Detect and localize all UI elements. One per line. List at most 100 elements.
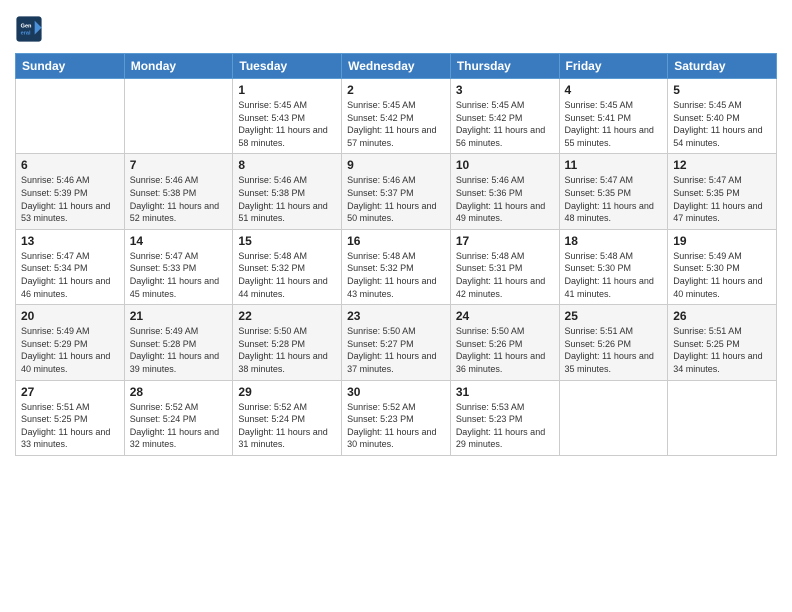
day-info: Sunrise: 5:53 AM Sunset: 5:23 PM Dayligh… <box>456 401 554 451</box>
day-number: 23 <box>347 309 445 323</box>
day-number: 1 <box>238 83 336 97</box>
day-info: Sunrise: 5:49 AM Sunset: 5:30 PM Dayligh… <box>673 250 771 300</box>
calendar-cell <box>124 79 233 154</box>
day-info: Sunrise: 5:51 AM Sunset: 5:25 PM Dayligh… <box>673 325 771 375</box>
day-number: 5 <box>673 83 771 97</box>
day-info: Sunrise: 5:47 AM Sunset: 5:33 PM Dayligh… <box>130 250 228 300</box>
calendar-cell: 28 Sunrise: 5:52 AM Sunset: 5:24 PM Dayli… <box>124 380 233 455</box>
calendar-cell: 16 Sunrise: 5:48 AM Sunset: 5:32 PM Dayli… <box>342 229 451 304</box>
day-info: Sunrise: 5:46 AM Sunset: 5:39 PM Dayligh… <box>21 174 119 224</box>
weekday-header: Saturday <box>668 54 777 79</box>
weekday-header: Wednesday <box>342 54 451 79</box>
calendar-cell <box>16 79 125 154</box>
svg-text:eral: eral <box>21 31 31 37</box>
calendar-cell: 5 Sunrise: 5:45 AM Sunset: 5:40 PM Daylig… <box>668 79 777 154</box>
day-number: 4 <box>565 83 663 97</box>
logo-icon: Gen eral <box>15 15 43 43</box>
day-info: Sunrise: 5:52 AM Sunset: 5:24 PM Dayligh… <box>238 401 336 451</box>
day-info: Sunrise: 5:50 AM Sunset: 5:27 PM Dayligh… <box>347 325 445 375</box>
calendar-cell <box>559 380 668 455</box>
day-number: 21 <box>130 309 228 323</box>
calendar-cell: 3 Sunrise: 5:45 AM Sunset: 5:42 PM Daylig… <box>450 79 559 154</box>
day-number: 11 <box>565 158 663 172</box>
calendar-table: SundayMondayTuesdayWednesdayThursdayFrid… <box>15 53 777 456</box>
calendar-cell: 4 Sunrise: 5:45 AM Sunset: 5:41 PM Daylig… <box>559 79 668 154</box>
calendar-cell: 31 Sunrise: 5:53 AM Sunset: 5:23 PM Dayli… <box>450 380 559 455</box>
calendar-cell: 1 Sunrise: 5:45 AM Sunset: 5:43 PM Daylig… <box>233 79 342 154</box>
day-number: 25 <box>565 309 663 323</box>
calendar-cell <box>668 380 777 455</box>
weekday-header: Monday <box>124 54 233 79</box>
day-info: Sunrise: 5:50 AM Sunset: 5:28 PM Dayligh… <box>238 325 336 375</box>
svg-text:Gen: Gen <box>21 24 32 30</box>
calendar-cell: 21 Sunrise: 5:49 AM Sunset: 5:28 PM Dayli… <box>124 305 233 380</box>
day-info: Sunrise: 5:52 AM Sunset: 5:24 PM Dayligh… <box>130 401 228 451</box>
day-info: Sunrise: 5:48 AM Sunset: 5:32 PM Dayligh… <box>238 250 336 300</box>
day-info: Sunrise: 5:45 AM Sunset: 5:43 PM Dayligh… <box>238 99 336 149</box>
day-info: Sunrise: 5:45 AM Sunset: 5:42 PM Dayligh… <box>347 99 445 149</box>
day-number: 13 <box>21 234 119 248</box>
weekday-header: Friday <box>559 54 668 79</box>
day-number: 14 <box>130 234 228 248</box>
day-number: 31 <box>456 385 554 399</box>
calendar-cell: 19 Sunrise: 5:49 AM Sunset: 5:30 PM Dayli… <box>668 229 777 304</box>
day-number: 6 <box>21 158 119 172</box>
day-number: 12 <box>673 158 771 172</box>
day-number: 17 <box>456 234 554 248</box>
calendar-header-row: SundayMondayTuesdayWednesdayThursdayFrid… <box>16 54 777 79</box>
day-info: Sunrise: 5:46 AM Sunset: 5:38 PM Dayligh… <box>238 174 336 224</box>
calendar-cell: 10Sunrise: 5:46 AM Sunset: 5:36 PM Dayli… <box>450 154 559 229</box>
day-number: 27 <box>21 385 119 399</box>
calendar-cell: 15Sunrise: 5:48 AM Sunset: 5:32 PM Dayli… <box>233 229 342 304</box>
day-number: 16 <box>347 234 445 248</box>
day-number: 28 <box>130 385 228 399</box>
logo: Gen eral <box>15 15 47 43</box>
day-info: Sunrise: 5:52 AM Sunset: 5:23 PM Dayligh… <box>347 401 445 451</box>
calendar-week-row: 27Sunrise: 5:51 AM Sunset: 5:25 PM Dayli… <box>16 380 777 455</box>
calendar-cell: 7 Sunrise: 5:46 AM Sunset: 5:38 PM Daylig… <box>124 154 233 229</box>
day-info: Sunrise: 5:46 AM Sunset: 5:38 PM Dayligh… <box>130 174 228 224</box>
day-info: Sunrise: 5:47 AM Sunset: 5:35 PM Dayligh… <box>673 174 771 224</box>
day-info: Sunrise: 5:50 AM Sunset: 5:26 PM Dayligh… <box>456 325 554 375</box>
day-info: Sunrise: 5:45 AM Sunset: 5:41 PM Dayligh… <box>565 99 663 149</box>
day-info: Sunrise: 5:45 AM Sunset: 5:42 PM Dayligh… <box>456 99 554 149</box>
day-number: 3 <box>456 83 554 97</box>
calendar-cell: 9Sunrise: 5:46 AM Sunset: 5:37 PM Daylig… <box>342 154 451 229</box>
weekday-header: Tuesday <box>233 54 342 79</box>
calendar-cell: 23 Sunrise: 5:50 AM Sunset: 5:27 PM Dayli… <box>342 305 451 380</box>
day-info: Sunrise: 5:46 AM Sunset: 5:37 PM Dayligh… <box>347 174 445 224</box>
day-number: 19 <box>673 234 771 248</box>
calendar-cell: 20Sunrise: 5:49 AM Sunset: 5:29 PM Dayli… <box>16 305 125 380</box>
day-number: 8 <box>238 158 336 172</box>
calendar-cell: 22 Sunrise: 5:50 AM Sunset: 5:28 PM Dayli… <box>233 305 342 380</box>
calendar-cell: 30 Sunrise: 5:52 AM Sunset: 5:23 PM Dayli… <box>342 380 451 455</box>
calendar-week-row: 13Sunrise: 5:47 AM Sunset: 5:34 PM Dayli… <box>16 229 777 304</box>
day-number: 2 <box>347 83 445 97</box>
weekday-header: Thursday <box>450 54 559 79</box>
calendar-cell: 25 Sunrise: 5:51 AM Sunset: 5:26 PM Dayli… <box>559 305 668 380</box>
calendar-cell: 18Sunrise: 5:48 AM Sunset: 5:30 PM Dayli… <box>559 229 668 304</box>
day-number: 7 <box>130 158 228 172</box>
calendar-cell: 12 Sunrise: 5:47 AM Sunset: 5:35 PM Dayli… <box>668 154 777 229</box>
calendar-cell: 24 Sunrise: 5:50 AM Sunset: 5:26 PM Dayli… <box>450 305 559 380</box>
day-info: Sunrise: 5:49 AM Sunset: 5:28 PM Dayligh… <box>130 325 228 375</box>
day-number: 30 <box>347 385 445 399</box>
day-info: Sunrise: 5:46 AM Sunset: 5:36 PM Dayligh… <box>456 174 554 224</box>
weekday-header: Sunday <box>16 54 125 79</box>
day-number: 24 <box>456 309 554 323</box>
calendar-cell: 13Sunrise: 5:47 AM Sunset: 5:34 PM Dayli… <box>16 229 125 304</box>
calendar-cell: 26Sunrise: 5:51 AM Sunset: 5:25 PM Dayli… <box>668 305 777 380</box>
day-number: 18 <box>565 234 663 248</box>
calendar-week-row: 6 Sunrise: 5:46 AM Sunset: 5:39 PM Daylig… <box>16 154 777 229</box>
day-info: Sunrise: 5:51 AM Sunset: 5:26 PM Dayligh… <box>565 325 663 375</box>
day-info: Sunrise: 5:48 AM Sunset: 5:31 PM Dayligh… <box>456 250 554 300</box>
calendar-cell: 27Sunrise: 5:51 AM Sunset: 5:25 PM Dayli… <box>16 380 125 455</box>
day-info: Sunrise: 5:49 AM Sunset: 5:29 PM Dayligh… <box>21 325 119 375</box>
calendar-cell: 14 Sunrise: 5:47 AM Sunset: 5:33 PM Dayli… <box>124 229 233 304</box>
day-number: 29 <box>238 385 336 399</box>
day-info: Sunrise: 5:48 AM Sunset: 5:32 PM Dayligh… <box>347 250 445 300</box>
calendar-cell: 6 Sunrise: 5:46 AM Sunset: 5:39 PM Daylig… <box>16 154 125 229</box>
day-info: Sunrise: 5:45 AM Sunset: 5:40 PM Dayligh… <box>673 99 771 149</box>
day-number: 22 <box>238 309 336 323</box>
page-header: Gen eral <box>15 15 777 43</box>
